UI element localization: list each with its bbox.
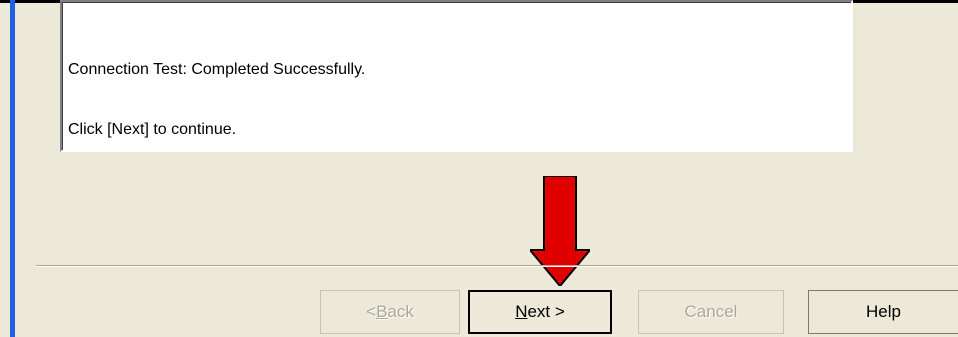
back-button-prefix: <	[366, 302, 377, 321]
back-button[interactable]: < Back	[320, 290, 460, 334]
dialog-window: Connection Test: Completed Successfully.…	[0, 0, 958, 337]
next-button-rest: ext >	[527, 302, 565, 321]
status-line-2: Click [Next] to continue.	[68, 121, 237, 138]
status-line-1: Connection Test: Completed Successfully.	[68, 61, 366, 78]
left-accent-bar	[10, 0, 15, 337]
cancel-button[interactable]: Cancel	[638, 290, 784, 334]
button-separator	[36, 265, 958, 267]
help-button-label: Help	[866, 302, 901, 321]
back-button-mnemonic: B	[376, 302, 388, 321]
next-button[interactable]: Next >	[468, 290, 612, 334]
red-down-arrow-icon	[530, 176, 590, 286]
next-button-mnemonic: N	[515, 302, 528, 321]
help-button[interactable]: Help	[808, 290, 958, 334]
back-button-rest: ack	[387, 302, 414, 321]
status-message-box: Connection Test: Completed Successfully.…	[60, 0, 853, 152]
cancel-button-label: Cancel	[684, 302, 738, 321]
status-message: Connection Test: Completed Successfully.…	[68, 20, 365, 180]
